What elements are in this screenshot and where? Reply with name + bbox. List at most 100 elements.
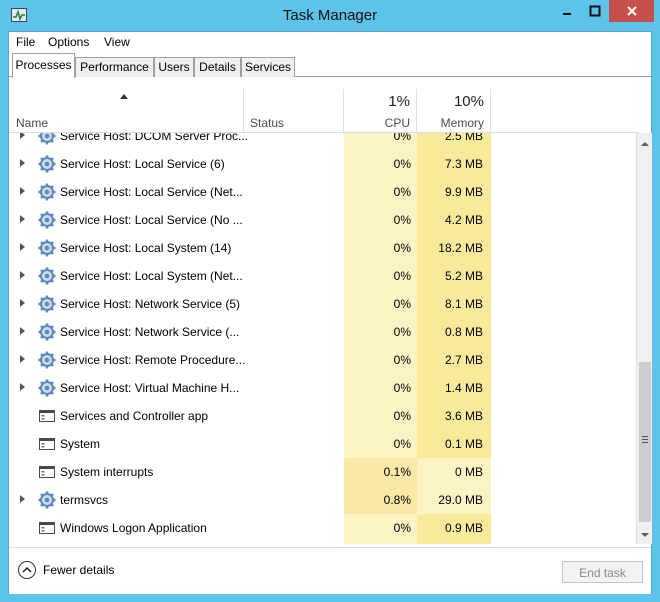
process-name: Service Host: Local Service (Net... <box>60 185 243 199</box>
expand-arrow-icon[interactable] <box>20 243 25 251</box>
process-name: Service Host: DCOM Server Proc... <box>60 133 249 143</box>
process-name: Service Host: Network Service (... <box>60 325 240 339</box>
window-icon <box>38 407 56 425</box>
column-cpu[interactable]: CPU <box>344 116 410 130</box>
process-row[interactable]: Service Host: Remote Procedure... 0% 2.7 M… <box>9 346 636 374</box>
sort-ascending-icon <box>120 94 128 99</box>
maximize-button[interactable] <box>582 0 608 22</box>
cpu-value: 0% <box>393 185 411 199</box>
column-divider[interactable] <box>490 89 491 133</box>
cpu-value: 0% <box>393 241 411 255</box>
process-row[interactable]: Service Host: Local Service (No ... 0% 4.2… <box>9 206 636 234</box>
process-row[interactable]: Service Host: Local System (14) 0% 18.2 MB <box>9 234 636 262</box>
gear-icon <box>38 491 56 509</box>
close-icon <box>626 6 637 16</box>
gear-icon <box>38 133 56 145</box>
task-manager-window: Task Manager File Options View Processes… <box>0 0 660 602</box>
memory-value: 0.1 MB <box>444 437 483 451</box>
client-area: File Options View Processes Performance … <box>8 31 652 594</box>
column-status[interactable]: Status <box>250 116 284 130</box>
gear-icon <box>38 323 56 341</box>
footer: Fewer details End task <box>9 547 651 594</box>
process-row[interactable]: Service Host: Local System (Net... 0% 5.2 … <box>9 262 636 290</box>
process-name: Service Host: Local System (14) <box>60 241 232 255</box>
process-name: Service Host: Remote Procedure... <box>60 353 246 367</box>
tab-strip: Processes Performance Users Details Serv… <box>9 53 651 78</box>
process-name: Service Host: Local System (Net... <box>60 269 243 283</box>
memory-value: 4.2 MB <box>444 213 483 227</box>
gear-icon <box>38 155 56 173</box>
memory-value: 29.0 MB <box>417 486 491 514</box>
tab-users[interactable]: Users <box>154 57 194 77</box>
grip-line <box>642 442 648 443</box>
column-divider[interactable] <box>243 89 244 133</box>
tab-details[interactable]: Details <box>194 57 241 77</box>
tab-processes[interactable]: Processes <box>12 53 75 78</box>
memory-value: 3.6 MB <box>444 409 483 423</box>
process-row[interactable]: System 0% 0.1 MB <box>9 430 636 458</box>
scroll-down-arrow-icon[interactable] <box>641 533 649 537</box>
minimize-icon <box>563 13 571 15</box>
window-icon <box>38 463 56 481</box>
column-memory[interactable]: Memory <box>417 116 484 130</box>
expand-arrow-icon[interactable] <box>20 299 25 307</box>
scroll-up-arrow-icon[interactable] <box>641 142 649 146</box>
grip-line <box>642 436 648 437</box>
expand-arrow-icon[interactable] <box>20 187 25 195</box>
minimize-button[interactable] <box>556 0 578 22</box>
expand-arrow-icon[interactable] <box>20 159 25 167</box>
process-name: termsvcs <box>60 493 108 507</box>
scroll-thumb[interactable] <box>639 362 651 522</box>
close-button[interactable] <box>609 0 654 22</box>
process-row[interactable]: Service Host: DCOM Server Proc... 0% 2.5 M… <box>9 133 636 150</box>
process-row[interactable]: Windows Logon Application 0% 0.9 MB <box>9 514 636 542</box>
process-row[interactable]: Service Host: Local Service (6) 0% 7.3 MB <box>9 150 636 178</box>
memory-value: 0.9 MB <box>444 521 483 535</box>
expand-arrow-icon[interactable] <box>20 133 25 139</box>
expand-arrow-icon[interactable] <box>20 271 25 279</box>
process-row[interactable]: Services and Controller app 0% 3.6 MB <box>9 402 636 430</box>
cpu-value: 0% <box>393 437 411 451</box>
gear-icon <box>38 211 56 229</box>
expand-arrow-icon[interactable] <box>20 383 25 391</box>
cpu-value: 0% <box>393 381 411 395</box>
process-name: Services and Controller app <box>60 409 209 423</box>
expand-arrow-icon[interactable] <box>20 215 25 223</box>
process-row[interactable]: termsvcs 0.8% 29.0 MB <box>9 486 636 514</box>
memory-total: 10% <box>453 93 484 110</box>
process-name: Service Host: Local Service (No ... <box>60 213 243 227</box>
chevron-up-circle-icon[interactable] <box>18 561 36 579</box>
fewer-details-link[interactable]: Fewer details <box>43 563 114 577</box>
vertical-scrollbar[interactable] <box>636 133 652 544</box>
title-bar[interactable]: Task Manager <box>0 0 660 32</box>
process-row[interactable]: System interrupts 0.1% 0 MB <box>9 458 636 486</box>
process-row[interactable]: Service Host: Local Service (Net... 0% 9.9… <box>9 178 636 206</box>
process-row[interactable]: Service Host: Network Service (5) 0% 8.1 M… <box>9 290 636 318</box>
expand-arrow-icon[interactable] <box>20 355 25 363</box>
memory-value: 18.2 MB <box>438 241 483 255</box>
expand-arrow-icon[interactable] <box>20 495 25 503</box>
column-headers: Name Status 1% CPU 10% Memory <box>9 89 651 133</box>
window-icon <box>38 519 56 537</box>
tab-performance[interactable]: Performance <box>75 57 154 77</box>
cpu-value: 0% <box>393 133 411 143</box>
menu-options[interactable]: Options <box>48 35 89 49</box>
gear-icon <box>38 379 56 397</box>
cpu-value: 0% <box>393 325 411 339</box>
menu-bar: File Options View <box>9 32 651 52</box>
cpu-value: 0% <box>393 157 411 171</box>
memory-value: 1.4 MB <box>444 381 483 395</box>
menu-file[interactable]: File <box>16 35 35 49</box>
column-name[interactable]: Name <box>16 116 48 130</box>
menu-view[interactable]: View <box>104 35 130 49</box>
tab-services[interactable]: Services <box>241 57 295 77</box>
process-row[interactable]: Service Host: Network Service (... 0% 0.8 … <box>9 318 636 346</box>
gear-icon <box>38 295 56 313</box>
expand-arrow-icon[interactable] <box>20 327 25 335</box>
end-task-button[interactable]: End task <box>562 561 643 583</box>
process-row[interactable]: Service Host: Virtual Machine H... 0% 1.4 … <box>9 374 636 402</box>
process-name: Service Host: Network Service (5) <box>60 297 241 311</box>
memory-value: 7.3 MB <box>444 157 483 171</box>
memory-value: 8.1 MB <box>444 297 483 311</box>
cpu-value: 0% <box>393 353 411 367</box>
